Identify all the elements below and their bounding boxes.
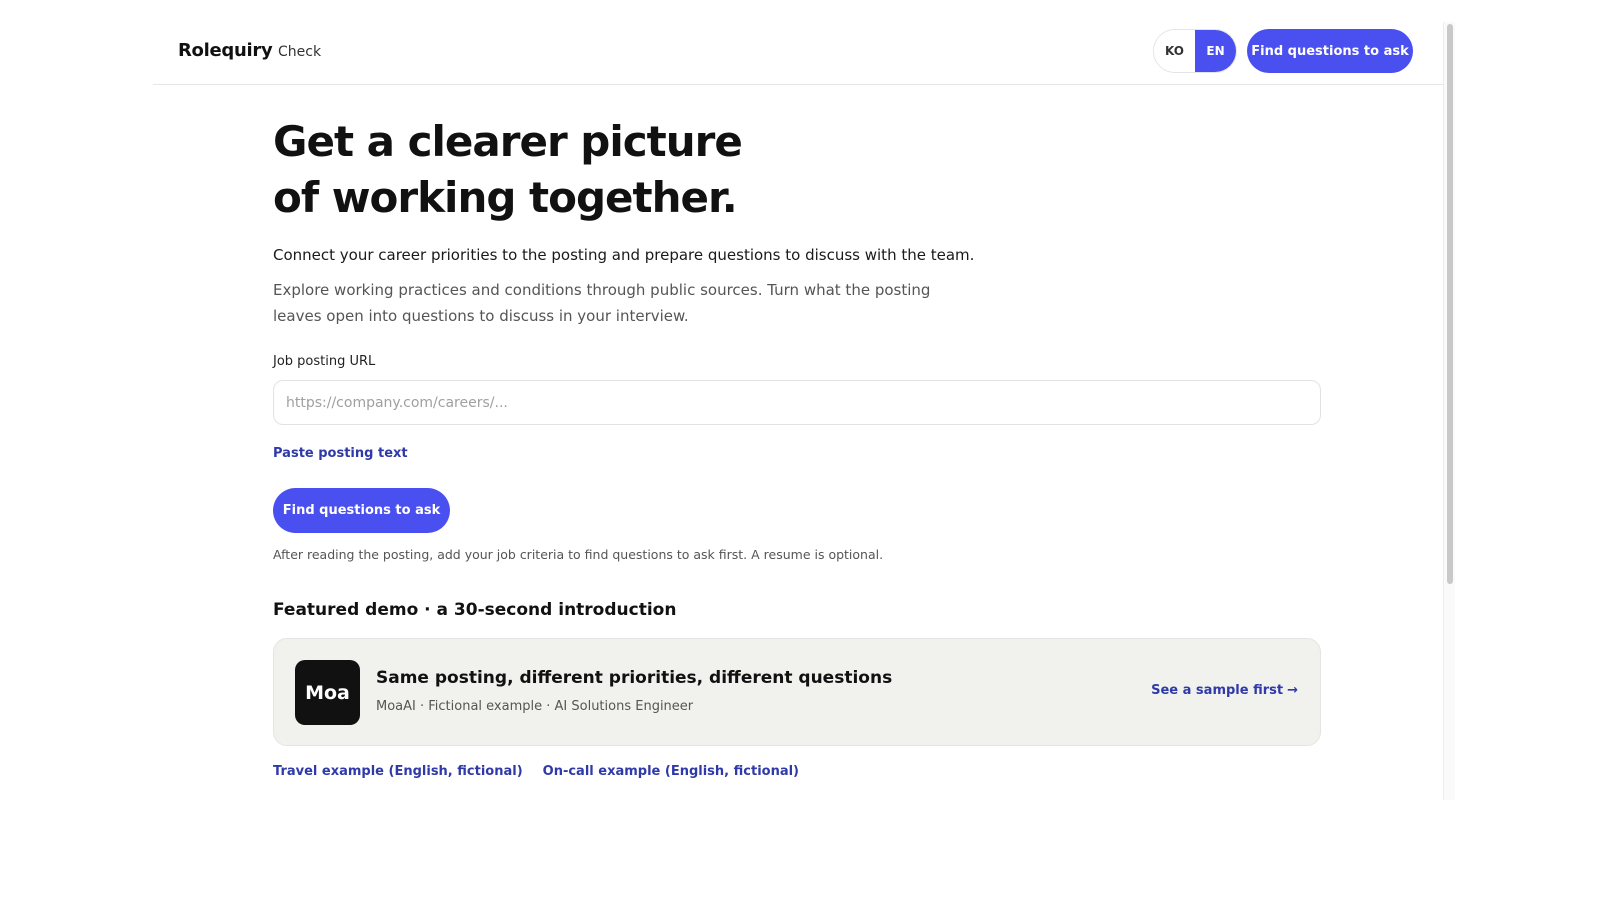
see-sample-link[interactable]: See a sample first →	[1151, 683, 1298, 698]
hero-description: Explore working practices and conditions…	[273, 277, 953, 329]
arrow-right-icon: →	[1287, 683, 1298, 698]
page-scrollbar[interactable]	[1443, 22, 1455, 800]
hero-title-line-2: of working together.	[273, 173, 738, 222]
language-toggle: KO EN	[1153, 29, 1237, 73]
see-sample-label: See a sample first	[1151, 683, 1284, 698]
lang-en-button[interactable]: EN	[1195, 30, 1236, 72]
url-field-label: Job posting URL	[273, 354, 376, 369]
hero-title-line-1: Get a clearer picture	[273, 117, 743, 166]
hero-title: Get a clearer picture of working togethe…	[273, 114, 973, 226]
form-helper-text: After reading the posting, add your job …	[273, 547, 884, 562]
find-questions-button[interactable]: Find questions to ask	[273, 488, 450, 533]
demo-card-meta: MoaAI · Fictional example · AI Solutions…	[376, 699, 694, 714]
brand-logo[interactable]: Rolequiry	[178, 40, 273, 61]
featured-demo-card[interactable]: Moa Same posting, different priorities, …	[273, 638, 1321, 746]
browser-viewport: Rolequiry Check KO EN Find questions to …	[153, 22, 1453, 800]
nav-check-link[interactable]: Check	[278, 44, 321, 60]
demo-card-title: Same posting, different priorities, diff…	[376, 668, 893, 688]
hero-description-line-1: Explore working practices and conditions…	[273, 281, 931, 299]
hero-lead-text: Connect your career priorities to the po…	[273, 246, 975, 264]
site-header: Rolequiry Check KO EN Find questions to …	[153, 22, 1443, 85]
example-links: Travel example (English, fictional) On-c…	[273, 764, 799, 779]
header-find-questions-button[interactable]: Find questions to ask	[1247, 29, 1413, 73]
oncall-example-link[interactable]: On-call example (English, fictional)	[543, 764, 799, 779]
job-posting-url-input[interactable]	[273, 380, 1321, 425]
hero-description-line-2: leaves open into questions to discuss in…	[273, 307, 689, 325]
travel-example-link[interactable]: Travel example (English, fictional)	[273, 764, 523, 779]
moaai-logo: Moa	[295, 660, 360, 725]
lang-ko-button[interactable]: KO	[1154, 30, 1195, 72]
paste-posting-text-link[interactable]: Paste posting text	[273, 446, 408, 461]
scrollbar-thumb[interactable]	[1447, 24, 1453, 584]
featured-demo-heading: Featured demo · a 30-second introduction	[273, 600, 677, 620]
